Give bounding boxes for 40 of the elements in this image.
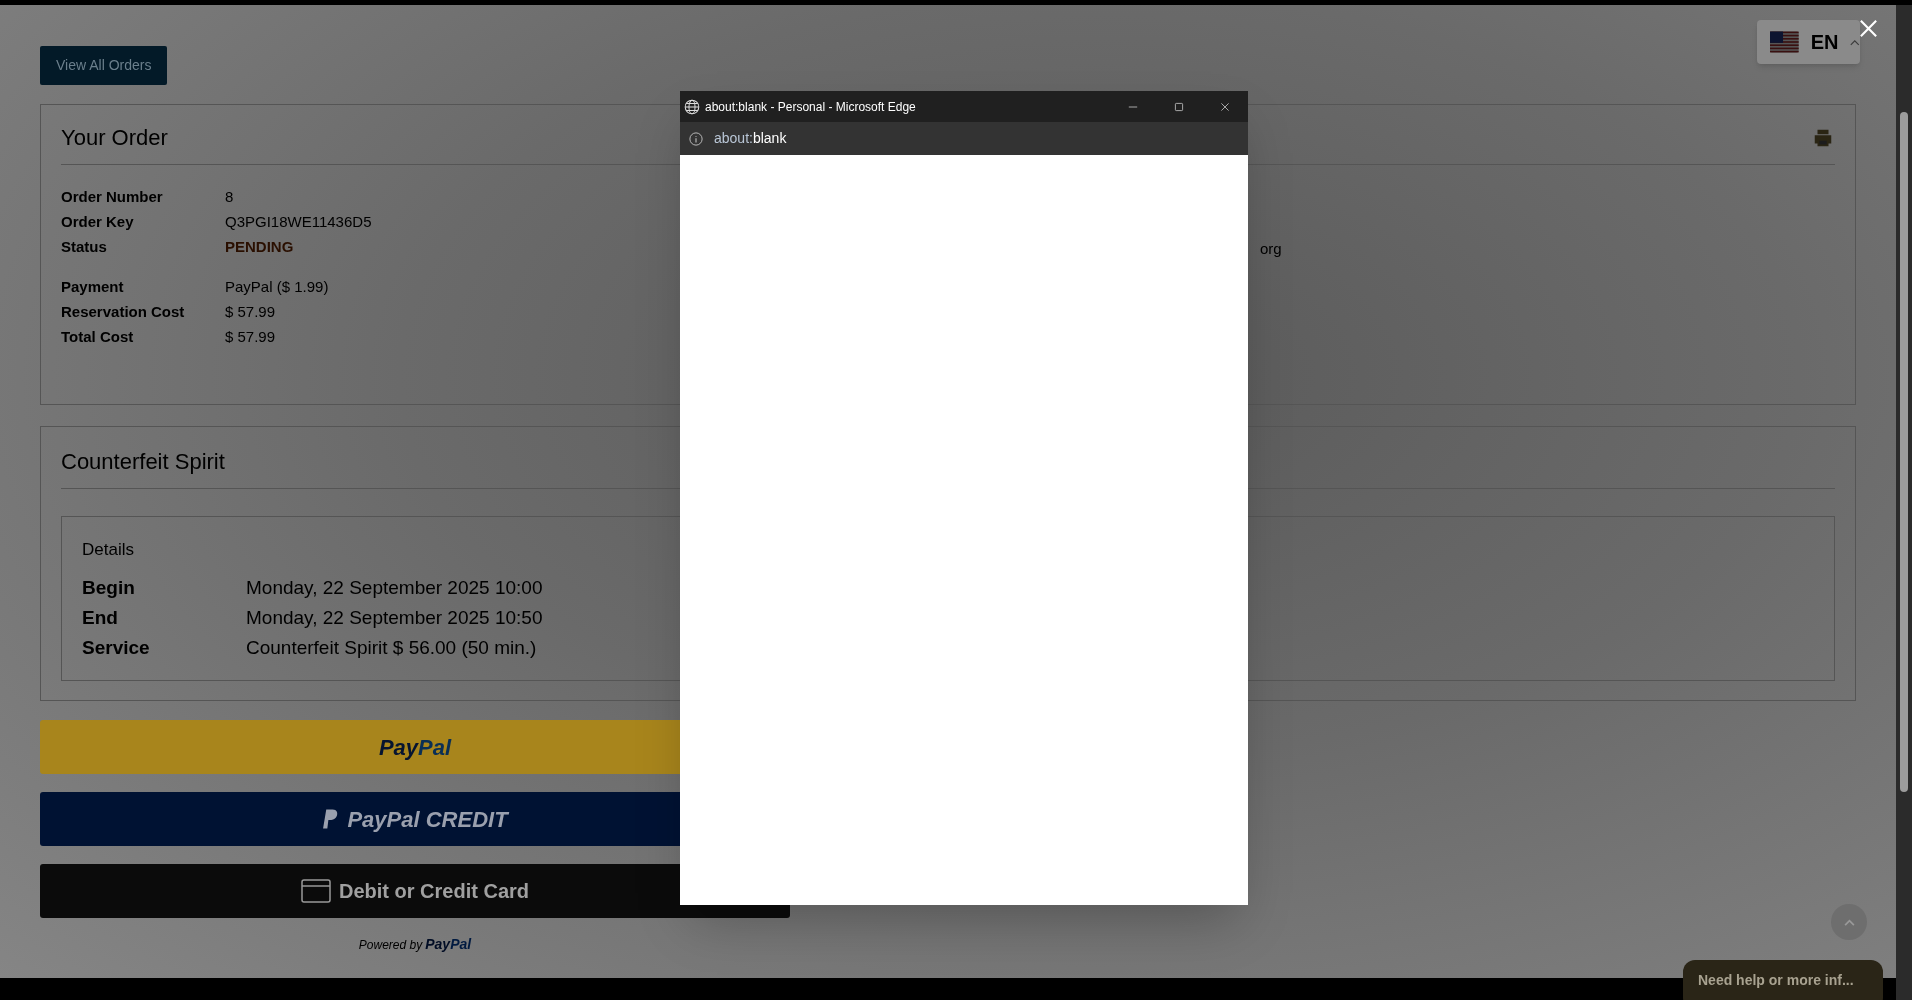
detail-value: Monday, 22 September 2025 10:50 — [246, 606, 544, 629]
window-title: about:blank - Personal - Microsoft Edge — [705, 98, 917, 116]
field-label: Order Number — [61, 187, 164, 206]
order-title: Your Order — [61, 124, 168, 152]
chevron-up-icon — [1843, 918, 1855, 926]
detail-value: Counterfeit Spirit $ 56.00 (50 min.) — [246, 636, 538, 659]
flag-icon — [1770, 30, 1799, 54]
field-label: Reservation Cost — [61, 302, 186, 321]
service-title: Counterfeit Spirit — [61, 449, 225, 474]
detail-label: End — [82, 606, 119, 629]
credit-card-icon — [301, 879, 331, 903]
powered-by-text: Powered by — [358, 937, 423, 954]
paypal-logo-text: PayPal — [425, 935, 472, 954]
field-label: Payment — [61, 277, 125, 296]
status-value: PENDING — [225, 237, 295, 256]
caret-icon — [1850, 38, 1860, 46]
details-heading: Details — [82, 539, 135, 561]
paypal-p-icon — [322, 808, 340, 830]
info-icon[interactable] — [689, 131, 703, 146]
field-label: Total Cost — [61, 327, 135, 346]
chat-button[interactable]: Need help or more inf... — [1683, 960, 1883, 1000]
field-value: Q3PGI18WE11436D5 — [225, 212, 373, 231]
field-value: 8 — [225, 187, 235, 206]
detail-label: Begin — [82, 576, 136, 599]
field-label: Order Key — [61, 212, 135, 231]
language-selector[interactable]: EN — [1757, 20, 1860, 64]
close-icon[interactable] — [1860, 20, 1877, 37]
close-icon — [1219, 100, 1231, 113]
view-all-orders-button[interactable]: View All Orders — [40, 46, 168, 85]
address-text: about:blank — [714, 129, 787, 148]
field-value: PayPal ($ 1.99) — [225, 277, 330, 296]
detail-label: Service — [82, 636, 151, 659]
field-value: $ 57.99 — [225, 327, 277, 346]
field-value: $ 57.99 — [225, 302, 277, 321]
maximize-icon — [1173, 100, 1185, 113]
field-label: Status — [61, 237, 108, 256]
globe-icon — [684, 98, 700, 115]
field-value: org — [1260, 240, 1282, 257]
scrollbar[interactable] — [1896, 5, 1912, 1000]
detail-value: Monday, 22 September 2025 10:00 — [246, 576, 544, 599]
